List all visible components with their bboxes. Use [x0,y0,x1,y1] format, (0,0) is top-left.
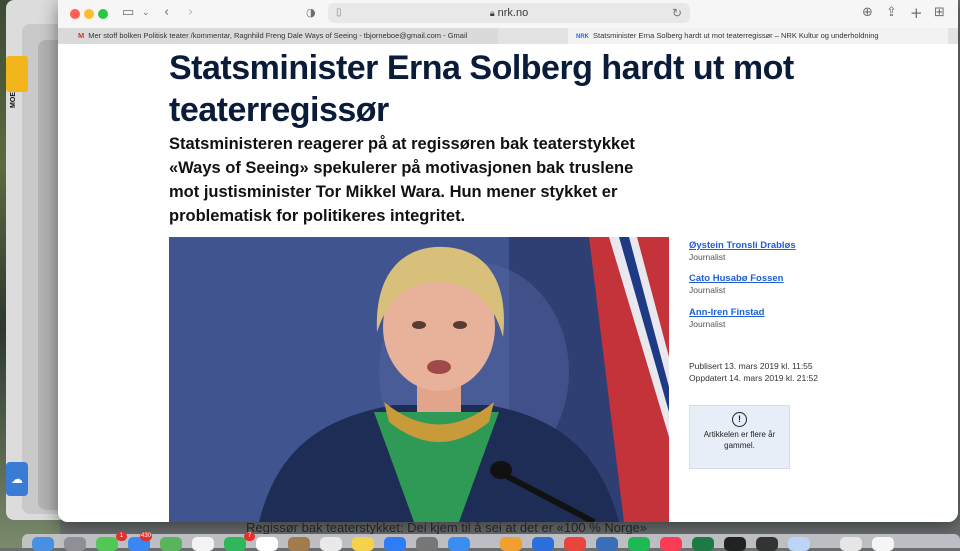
notification-badge: 7 [244,532,255,541]
calendar-icon[interactable] [256,537,278,551]
lock-icon: 🔒︎ [489,8,495,18]
chrome-icon[interactable] [564,537,586,551]
back-icon[interactable]: ‹ [164,4,169,22]
nrk-icon: NRK [576,34,589,40]
safari-icon[interactable] [448,537,470,551]
cloud-icon[interactable]: ☁ [6,462,28,496]
reminders-icon[interactable] [320,537,342,551]
tab-nrk[interactable]: NRK Statsminister Erna Solberg hardt ut m… [568,28,948,44]
forward-icon[interactable]: › [188,4,193,22]
photo-illustration [169,237,669,522]
chevron-down-icon[interactable]: ⌄ [142,4,150,22]
notification-badge: 430 [140,532,153,541]
system-preferences-icon[interactable] [416,537,438,551]
reload-icon[interactable]: ↻ [672,3,682,23]
sidebar-toggle-icon[interactable]: ▭ [122,4,134,22]
notification-badge: 1 [116,532,127,541]
background-app-icon[interactable] [6,56,28,92]
contacts-icon[interactable] [288,537,310,551]
author-role: Journalist [689,319,726,329]
old-article-notice: ! Artikkelen er flere år gammel. [689,405,790,469]
preview-icon[interactable] [788,537,810,551]
address-text: nrk.no [497,7,529,19]
messages-icon[interactable] [96,537,118,551]
pages-icon[interactable] [500,537,522,551]
keynote-icon[interactable] [596,537,618,551]
author-link[interactable]: Cato Husabø Fossen [689,273,889,285]
word-icon[interactable] [532,537,554,551]
privacy-shield-icon[interactable]: ◑ [306,4,316,22]
author-block: Ann-Iren Finstad Journalist [689,307,889,330]
minimize-window-button[interactable] [84,9,94,19]
photos-icon[interactable] [192,537,214,551]
excel-icon[interactable] [692,537,714,551]
dock: 1 430 7 [22,532,960,551]
notice-text: Artikkelen er flere år gammel. [703,430,776,450]
published-date: Publisert 13. mars 2019 kl. 11:55 [689,361,813,371]
tab-title: Mer stoff bolken Politisk teater /kommen… [88,31,468,40]
author-block: Øystein Tronsli Drabløs Journalist [689,240,889,263]
author-block: Cato Husabø Fossen Journalist [689,273,889,296]
article-photo[interactable] [169,237,669,522]
article-lead: Statsministeren reagerer på at regissøre… [169,135,635,225]
author-role: Journalist [689,285,726,295]
documents-icon[interactable] [872,537,894,551]
notes-icon[interactable] [352,537,374,551]
author-role: Journalist [689,252,726,262]
warning-icon: ! [732,412,747,427]
browser-toolbar: ▭ ⌄ ‹ › ◑ ▯ 🔒︎ nrk.no ↻ ⊕ ⇪ + ⊞ [58,0,958,28]
author-link[interactable]: Øystein Tronsli Drabløs [689,240,889,252]
music-icon[interactable] [660,537,682,551]
tv-icon[interactable] [724,537,746,551]
close-window-button[interactable] [70,9,80,19]
updated-date: Oppdatert 14. mars 2019 kl. 21:52 [689,373,818,383]
new-tab-icon[interactable]: + [910,4,923,22]
background-window-text: Regissør bak teaterstykket: Dei kjem til… [246,520,648,535]
author-link[interactable]: Ann-Iren Finstad [689,307,889,319]
article-headline: Statsminister Erna Solberg hardt ut mot … [169,49,794,129]
gmail-icon: M [78,31,85,40]
address-bar[interactable]: ▯ 🔒︎ nrk.no ↻ [328,3,690,23]
download-icon[interactable]: ⊕ [862,4,873,22]
downloads-icon[interactable] [840,537,862,551]
share-icon[interactable]: ⇪ [886,4,897,22]
tab-gmail[interactable]: M Mer stoff bolken Politisk teater /komme… [58,28,498,44]
background-window-label: MOE [10,92,17,108]
tab-overview-icon[interactable]: ⊞ [934,4,945,22]
fullscreen-window-button[interactable] [98,9,108,19]
launchpad-icon[interactable] [64,537,86,551]
maps-icon[interactable] [160,537,182,551]
facetime-icon[interactable] [224,537,246,551]
spotify-icon[interactable] [628,537,650,551]
article-dates: Publisert 13. mars 2019 kl. 11:55 Oppdat… [689,360,818,384]
tab-title: Statsminister Erna Solberg hardt ut mot … [593,31,879,40]
browser-window: ▭ ⌄ ‹ › ◑ ▯ 🔒︎ nrk.no ↻ ⊕ ⇪ + ⊞ M Mer stof… [58,0,958,522]
finder-icon[interactable] [32,537,54,551]
article-content: Statsminister Erna Solberg hardt ut mot … [58,44,958,522]
tab-bar: M Mer stoff bolken Politisk teater /komme… [58,28,958,45]
app-store-icon[interactable] [384,537,406,551]
page-icon: ▯ [336,7,342,18]
terminal-icon[interactable] [756,537,778,551]
